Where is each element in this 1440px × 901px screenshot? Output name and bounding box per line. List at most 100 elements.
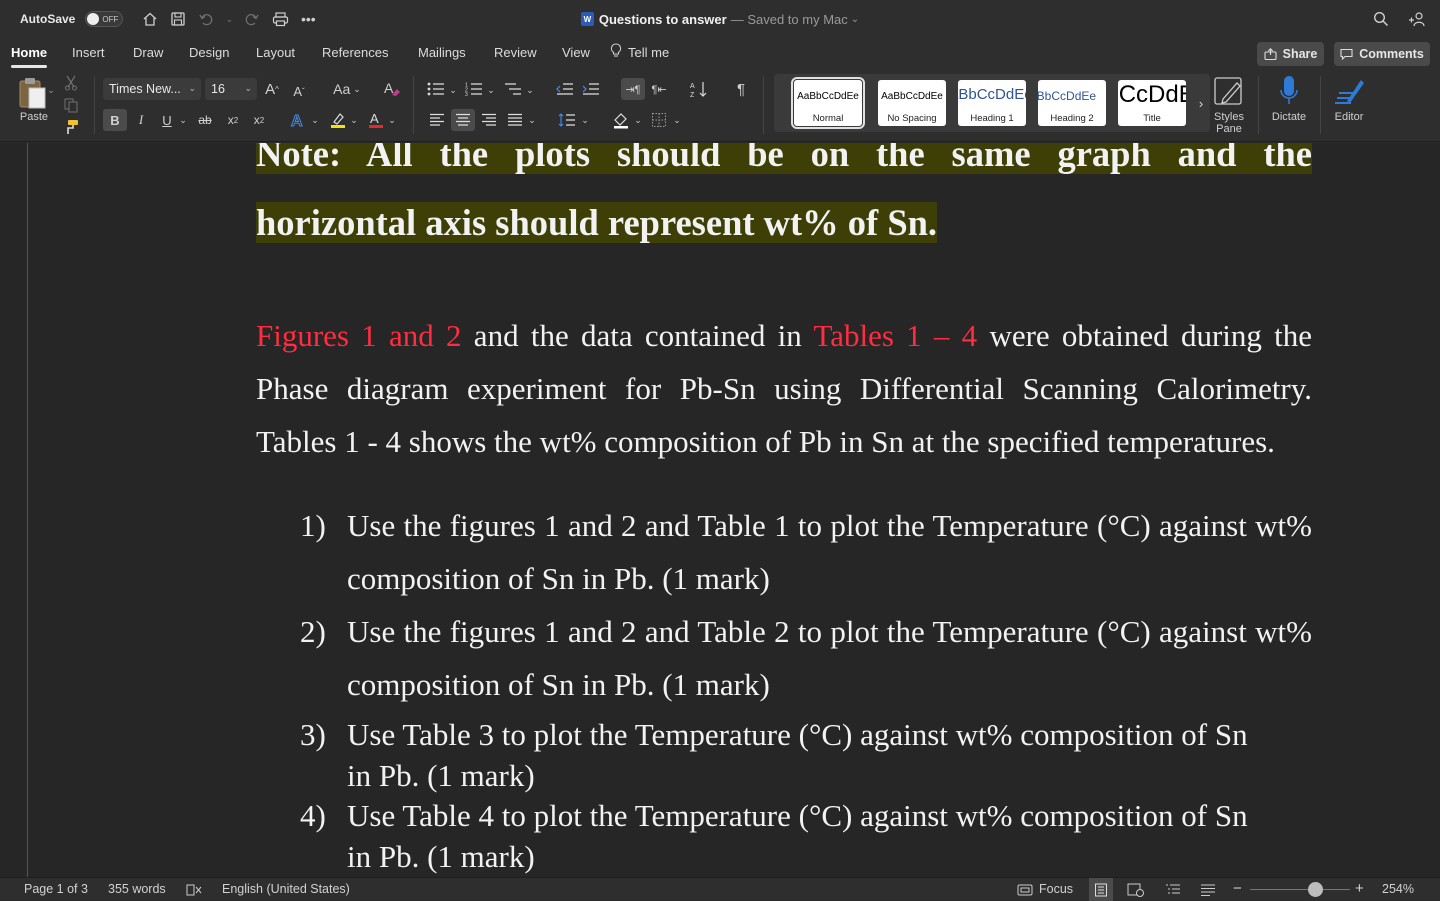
rtl-paragraph-button[interactable]: ¶⇤ [648, 78, 670, 100]
autosave-toggle[interactable]: OFF [85, 11, 124, 27]
style-normal[interactable]: AaBbCcDdEe Normal [791, 77, 865, 129]
numbering-icon[interactable]: 123 [464, 78, 484, 100]
undo-dropdown-icon[interactable]: ⌄ [225, 10, 234, 28]
draft-view-icon[interactable] [1200, 878, 1216, 901]
underline-button[interactable]: U [156, 109, 178, 131]
cut-icon[interactable] [62, 74, 80, 92]
sort-icon[interactable]: AZ [688, 78, 710, 100]
format-painter-icon[interactable] [62, 118, 80, 136]
copy-icon[interactable] [62, 96, 80, 114]
page-count[interactable]: Page 1 of 3 [24, 878, 88, 901]
subscript-button[interactable]: x2 [222, 109, 244, 131]
microphone-icon[interactable] [1275, 74, 1303, 108]
tab-tell-me[interactable]: Tell me [610, 38, 669, 68]
zoom-thumb[interactable] [1308, 882, 1323, 897]
style-label: Title [1143, 113, 1161, 124]
font-color-dropdown-icon[interactable]: ⌄ [387, 112, 397, 128]
align-center-icon[interactable] [451, 109, 475, 131]
tab-home[interactable]: Home [11, 38, 48, 68]
font-name-select[interactable]: Times New... ⌄ [103, 78, 201, 100]
style-preview: AaBbCcDdEe [881, 91, 943, 102]
align-right-icon[interactable] [478, 109, 500, 131]
tab-design[interactable]: Design [189, 38, 229, 68]
zoom-in-icon[interactable]: + [1355, 878, 1364, 901]
superscript-button[interactable]: x2 [248, 109, 270, 131]
home-icon[interactable] [141, 10, 159, 28]
zoom-level[interactable]: 254% [1382, 878, 1414, 901]
zoom-out-icon[interactable]: − [1233, 878, 1242, 901]
shading-icon[interactable] [610, 109, 632, 131]
numbering-dropdown-icon[interactable]: ⌄ [486, 82, 496, 98]
font-size-select[interactable]: 16 ⌄ [205, 78, 257, 100]
group-divider [1258, 76, 1259, 134]
bold-button[interactable]: B [103, 109, 127, 131]
font-color-icon[interactable]: A [364, 109, 388, 131]
paste-dropdown-icon[interactable]: ⌄ [46, 84, 56, 96]
decrease-indent-icon[interactable] [555, 78, 575, 100]
align-left-icon[interactable] [426, 109, 448, 131]
multilevel-dropdown-icon[interactable]: ⌄ [525, 82, 535, 98]
focus-label[interactable]: Focus [1039, 878, 1073, 901]
highlight-color-icon[interactable] [326, 109, 350, 131]
shrink-font-icon[interactable]: Aˇ [289, 80, 309, 102]
tab-view[interactable]: View [562, 38, 590, 68]
borders-icon[interactable] [648, 109, 670, 131]
document-canvas[interactable]: Note: All the plots should be on the sam… [0, 143, 1440, 877]
text-effects-dropdown-icon[interactable]: ⌄ [310, 112, 320, 128]
bullets-dropdown-icon[interactable]: ⌄ [448, 82, 458, 98]
styles-pane-icon[interactable] [1212, 74, 1246, 108]
tab-references[interactable]: References [322, 38, 388, 68]
line-spacing-icon[interactable] [556, 109, 578, 131]
print-icon[interactable] [271, 10, 289, 28]
borders-dropdown-icon[interactable]: ⌄ [672, 112, 682, 128]
print-layout-view-icon[interactable] [1089, 878, 1113, 901]
style-title[interactable]: AaBbCcDdEe Title [1118, 80, 1186, 126]
style-heading-1[interactable]: AaBbCcDdEe Heading 1 [958, 80, 1026, 126]
style-no-spacing[interactable]: AaBbCcDdEe No Spacing [878, 80, 946, 126]
editor-pen-icon[interactable] [1332, 74, 1366, 108]
language-indicator[interactable]: English (United States) [222, 878, 350, 901]
more-icon[interactable]: ••• [299, 10, 317, 28]
ltr-paragraph-button[interactable]: ⇥¶ [621, 78, 645, 100]
line-spacing-dropdown-icon[interactable]: ⌄ [580, 112, 590, 128]
justify-icon[interactable] [504, 109, 526, 131]
zoom-slider[interactable] [1250, 878, 1350, 901]
style-preview: AaBbCcDdEe [1038, 89, 1097, 103]
save-icon[interactable] [169, 10, 187, 28]
web-layout-view-icon[interactable] [1127, 878, 1145, 901]
share-people-icon[interactable] [1408, 10, 1426, 28]
tab-mailings[interactable]: Mailings [418, 38, 466, 68]
show-formatting-marks-icon[interactable]: ¶ [730, 78, 752, 100]
highlight-dropdown-icon[interactable]: ⌄ [349, 112, 359, 128]
multilevel-list-icon[interactable] [503, 78, 523, 100]
redo-icon[interactable] [243, 10, 261, 28]
styles-gallery: AaBbCcDdEe Normal AaBbCcDdEe No Spacing … [774, 74, 1210, 132]
comments-button[interactable]: Comments [1334, 42, 1430, 66]
text-effects-icon[interactable]: A [286, 109, 310, 131]
strikethrough-button[interactable]: ab [194, 109, 216, 131]
clear-formatting-icon[interactable]: A [381, 78, 403, 100]
shading-dropdown-icon[interactable]: ⌄ [633, 112, 643, 128]
tab-insert[interactable]: Insert [72, 38, 105, 68]
underline-dropdown-icon[interactable]: ⌄ [178, 112, 188, 128]
tab-draw[interactable]: Draw [133, 38, 163, 68]
increase-indent-icon[interactable] [581, 78, 601, 100]
change-case-button[interactable]: Aa ⌄ [329, 78, 365, 100]
italic-button[interactable]: I [132, 109, 150, 131]
undo-icon[interactable] [197, 10, 215, 28]
focus-mode-icon[interactable] [1017, 878, 1033, 901]
tab-review[interactable]: Review [494, 38, 537, 68]
tab-layout[interactable]: Layout [256, 38, 295, 68]
svg-text:A: A [384, 80, 394, 96]
title-bar: AutoSave OFF ⌄ ••• W Questions to answer… [0, 0, 1440, 38]
proofing-icon[interactable] [186, 878, 202, 901]
search-icon[interactable] [1372, 10, 1390, 28]
style-heading-2[interactable]: AaBbCcDdEe Heading 2 [1038, 80, 1106, 126]
bullets-icon[interactable] [426, 78, 446, 100]
outline-view-icon[interactable] [1165, 878, 1181, 901]
grow-font-icon[interactable]: A ^ [262, 78, 282, 100]
editor-label: Editor [1334, 111, 1364, 123]
justify-dropdown-icon[interactable]: ⌄ [527, 112, 537, 128]
share-button[interactable]: Share [1257, 42, 1324, 66]
word-count[interactable]: 355 words [108, 878, 166, 901]
